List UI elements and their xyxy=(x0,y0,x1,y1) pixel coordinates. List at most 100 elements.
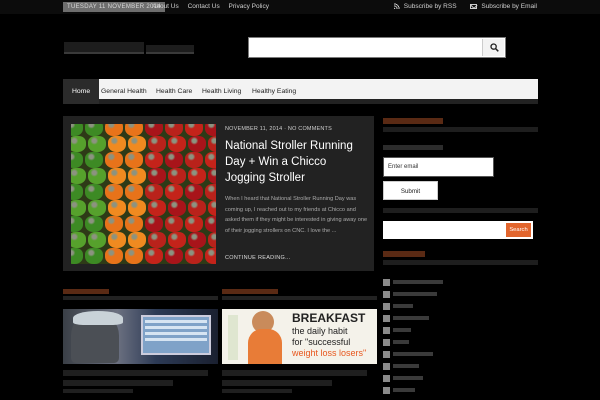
submit-button[interactable]: Submit xyxy=(383,181,438,200)
folder-icon xyxy=(383,374,390,382)
pepper-shape xyxy=(85,152,103,168)
pepper-shape xyxy=(185,248,203,264)
ad-line-3: for "successful xyxy=(292,337,351,347)
pepper-shape xyxy=(71,200,86,216)
surgical-cap xyxy=(73,311,123,325)
nav-home[interactable]: Home xyxy=(63,79,100,104)
continue-reading-link[interactable]: CONTINUE READING... xyxy=(225,255,291,261)
pepper-shape xyxy=(165,216,183,232)
sidebar-divider xyxy=(383,208,538,213)
pepper-shape xyxy=(188,200,206,216)
sidebar-search-button[interactable]: Search xyxy=(506,223,531,237)
category-item[interactable] xyxy=(383,300,443,312)
pepper-shape xyxy=(208,232,216,248)
pepper-shape xyxy=(128,200,146,216)
category-item[interactable] xyxy=(383,276,443,288)
left-card-title-line[interactable] xyxy=(63,370,208,376)
search-button[interactable] xyxy=(482,39,504,56)
pepper-shape xyxy=(71,152,83,168)
pepper-shape xyxy=(88,168,106,184)
pepper-shape xyxy=(85,216,103,232)
email-field[interactable]: Enter email xyxy=(383,157,494,177)
right-card-title-line[interactable] xyxy=(222,389,292,393)
privacy-policy-link[interactable]: Privacy Policy xyxy=(229,3,269,10)
folder-icon xyxy=(383,302,390,310)
nav-health-living[interactable]: Health Living xyxy=(202,79,241,104)
monitor-line-1 xyxy=(145,320,207,323)
subscribe-email-link[interactable]: Subscribe by Email xyxy=(470,3,537,10)
pepper-shape xyxy=(188,168,206,184)
category-item[interactable] xyxy=(383,372,443,384)
pepper-shape xyxy=(105,216,123,232)
featured-post: NOVEMBER 11, 2014 · NO COMMENTS National… xyxy=(63,116,374,271)
left-card-title-line[interactable] xyxy=(63,389,133,393)
post-title[interactable]: National Stroller Running Day + Win a Ch… xyxy=(225,138,367,186)
pepper-shape xyxy=(105,124,123,136)
sidebar-heading-categories xyxy=(383,251,425,257)
pepper-shape xyxy=(208,136,216,152)
pepper-shape xyxy=(88,232,106,248)
pepper-shape xyxy=(108,136,126,152)
pepper-shape xyxy=(188,136,206,152)
category-item[interactable] xyxy=(383,336,443,348)
left-card-image[interactable] xyxy=(63,309,218,364)
sidebar-divider xyxy=(383,127,538,132)
category-list xyxy=(383,276,443,396)
search-input[interactable] xyxy=(251,40,481,55)
category-item[interactable] xyxy=(383,288,443,300)
pepper-shape xyxy=(85,184,103,200)
pepper-shape xyxy=(208,200,216,216)
section-heading-left xyxy=(63,289,109,294)
category-label xyxy=(393,376,423,380)
pepper-shape xyxy=(128,168,146,184)
woman-body xyxy=(248,329,282,364)
right-card-title-line[interactable] xyxy=(222,370,367,376)
left-card-title-line[interactable] xyxy=(63,380,173,386)
subscribe-links: Subscribe by RSS Subscribe by Email xyxy=(382,2,537,12)
folder-icon xyxy=(383,314,390,322)
logo-mark xyxy=(64,42,144,54)
pepper-shape xyxy=(205,184,216,200)
folder-icon xyxy=(383,338,390,346)
category-label xyxy=(393,304,413,308)
pepper-shape xyxy=(88,136,106,152)
right-card-image[interactable]: BREAKFAST the daily habit for "successfu… xyxy=(222,309,377,364)
top-links: About Us Contact Us Privacy Policy xyxy=(152,2,276,12)
about-us-link[interactable]: About Us xyxy=(152,3,179,10)
pepper-shape xyxy=(168,200,186,216)
category-item[interactable] xyxy=(383,324,443,336)
pepper-shape xyxy=(105,248,123,264)
nav-health-care[interactable]: Health Care xyxy=(156,79,192,104)
nav-general-health[interactable]: General Health xyxy=(101,79,147,104)
category-item[interactable] xyxy=(383,348,443,360)
site-logo[interactable] xyxy=(64,38,194,58)
category-item[interactable] xyxy=(383,360,443,372)
category-label xyxy=(393,280,443,284)
subscribe-rss-link[interactable]: Subscribe by RSS xyxy=(393,3,457,10)
pepper-shape xyxy=(125,124,143,136)
category-label xyxy=(393,340,409,344)
pepper-shape xyxy=(165,124,183,136)
pepper-shape xyxy=(185,152,203,168)
pepper-shape xyxy=(148,232,166,248)
pepper-shape xyxy=(108,232,126,248)
pepper-shape xyxy=(105,152,123,168)
right-card-title-line[interactable] xyxy=(222,380,332,386)
pepper-shape xyxy=(71,216,83,232)
pepper-shape xyxy=(188,232,206,248)
folder-icon xyxy=(383,350,390,358)
date-badge: TUESDAY 11 NOVEMBER 2014 xyxy=(63,2,165,12)
category-item[interactable] xyxy=(383,384,443,396)
nav-healthy-eating[interactable]: Healthy Eating xyxy=(252,79,296,104)
pepper-shape xyxy=(168,168,186,184)
folder-icon xyxy=(383,278,390,286)
contact-us-link[interactable]: Contact Us xyxy=(188,3,220,10)
featured-image[interactable] xyxy=(71,124,216,264)
pepper-shape xyxy=(71,136,86,152)
pepper-shape xyxy=(165,184,183,200)
pepper-shape xyxy=(71,248,83,264)
folder-icon xyxy=(383,326,390,334)
post-meta: NOVEMBER 11, 2014 · NO COMMENTS xyxy=(225,126,332,132)
category-item[interactable] xyxy=(383,312,443,324)
ad-line-4: weight loss losers" xyxy=(292,348,367,358)
